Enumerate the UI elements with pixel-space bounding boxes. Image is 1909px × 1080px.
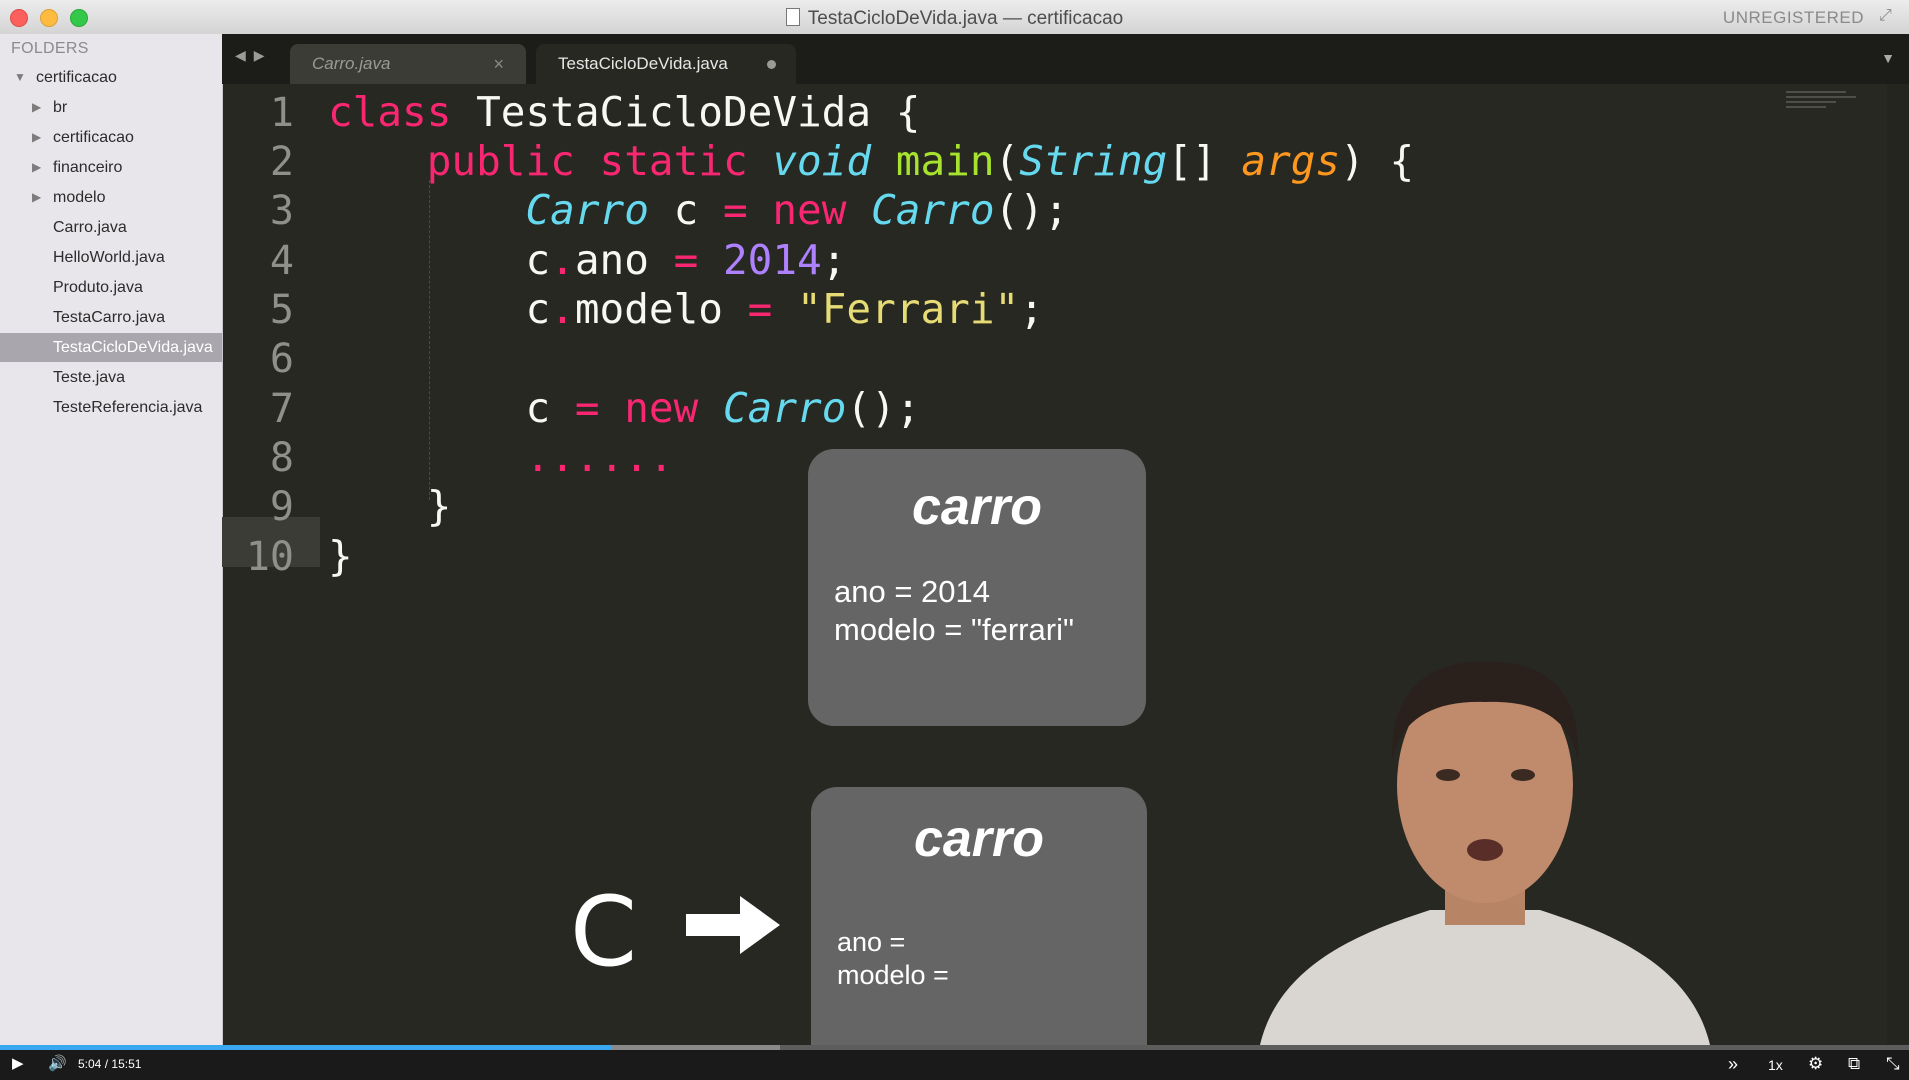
object-diagram-box-old: carro ano = 2014 modelo = "ferrari" [808, 449, 1146, 726]
code-line[interactable]: Carro c = new Carro(); [328, 186, 1068, 234]
object-title: carro [911, 478, 1043, 536]
tree-file-helloworld[interactable]: HelloWorld.java [0, 243, 222, 272]
line-number: 7 [269, 386, 294, 432]
code-line[interactable]: ...... [328, 433, 673, 481]
line-number: 5 [269, 287, 294, 333]
tree-file-teste[interactable]: Teste.java [0, 363, 222, 392]
tree-folder-br[interactable]: ▶ br [0, 93, 222, 122]
window-title: TestaCicloDeVida.java — certificacao [0, 8, 1909, 30]
close-tab-icon[interactable]: × [493, 44, 504, 84]
tree-file-produto[interactable]: Produto.java [0, 273, 222, 302]
line-number: 10 [245, 534, 294, 580]
tree-root-certificacao[interactable]: ▼ certificacao [0, 63, 222, 92]
chevron-right-icon: ▶ [32, 190, 42, 204]
volume-icon[interactable]: 🔊 [48, 1054, 67, 1072]
video-time: 5:04 / 15:51 [78, 1057, 142, 1071]
skip-forward-icon[interactable]: » [1728, 1054, 1738, 1075]
code-line[interactable]: public static void main(String[] args) { [328, 137, 1414, 185]
chevron-right-icon: ▶ [32, 130, 42, 144]
reference-variable-label: C [570, 876, 638, 988]
tab-testaciclodevida-java[interactable]: TestaCicloDeVida.java [536, 44, 796, 84]
tree-file-carro[interactable]: Carro.java [0, 213, 222, 242]
line-number: 8 [269, 435, 294, 481]
line-number: 3 [269, 188, 294, 234]
playback-speed-button[interactable]: 1x [1768, 1057, 1783, 1073]
tree-file-testereferencia[interactable]: TesteReferencia.java [0, 393, 222, 422]
reference-arrow-icon [686, 896, 780, 954]
minimap[interactable] [1786, 88, 1862, 120]
tab-menu-chevron-down-icon[interactable]: ▼ [1881, 50, 1895, 66]
exit-fullscreen-icon[interactable]: ⤡ [1886, 1054, 1900, 1074]
line-number: 4 [269, 238, 294, 284]
file-icon [785, 8, 800, 26]
object-field-ano: ano = 2014 [834, 574, 991, 609]
line-number-gutter: 1 2 3 4 5 6 7 8 9 10 [222, 84, 320, 1044]
object-field-ano: ano = [837, 927, 906, 957]
sidebar: FOLDERS ▼ certificacao ▶ br ▶ certificac… [0, 34, 223, 1045]
code-line[interactable]: class TestaCicloDeVida { [328, 88, 920, 136]
tab-nav-arrows[interactable]: ◀▶ [235, 47, 273, 64]
tree-file-testaciclodevida[interactable]: TestaCicloDeVida.java [0, 333, 222, 362]
object-field-modelo: modelo = "ferrari" [834, 612, 1074, 647]
settings-gear-icon[interactable]: ⚙ [1808, 1054, 1823, 1074]
tree-folder-modelo[interactable]: ▶ modelo [0, 183, 222, 212]
unsaved-dot-icon[interactable] [767, 60, 776, 69]
tree-folder-certificacao[interactable]: ▶ certificacao [0, 123, 222, 152]
chevron-down-icon: ▼ [14, 70, 26, 84]
picture-in-picture-icon[interactable]: ⧉ [1848, 1054, 1860, 1074]
object-title: carro [913, 810, 1045, 868]
line-number: 1 [269, 90, 294, 136]
line-number: 9 [269, 484, 294, 530]
chevron-right-icon: ▶ [32, 100, 42, 114]
line-number: 2 [269, 139, 294, 185]
license-status: UNREGISTERED [1722, 8, 1864, 27]
tab-bar: ◀▶ Carro.java × TestaCicloDeVida.java ▼ [222, 34, 1909, 84]
code-line[interactable]: } [328, 482, 452, 530]
video-controls: ▶ 🔊 5:04 / 15:51 » 1x ⚙ ⧉ ⤡ [0, 1050, 1909, 1080]
title-bar: TestaCicloDeVida.java — certificacao UNR… [0, 0, 1909, 35]
folders-header: FOLDERS [11, 40, 89, 57]
scrollbar[interactable] [1887, 84, 1909, 1044]
tree-folder-financeiro[interactable]: ▶ financeiro [0, 153, 222, 182]
code-line[interactable]: c.ano = 2014; [328, 236, 846, 284]
chevron-right-icon: ▶ [32, 160, 42, 174]
code-line[interactable]: c.modelo = "Ferrari"; [328, 285, 1043, 333]
code-line[interactable]: c = new Carro(); [328, 384, 920, 432]
object-diagram-box-new: carro ano = modelo = [811, 787, 1147, 1062]
object-field-modelo: modelo = [837, 960, 949, 990]
fullscreen-icon[interactable]: ⤢ [1879, 8, 1895, 24]
tab-carro-java[interactable]: Carro.java × [290, 44, 526, 84]
play-icon[interactable]: ▶ [12, 1054, 24, 1072]
line-number: 6 [269, 336, 294, 382]
tree-file-testacarro[interactable]: TestaCarro.java [0, 303, 222, 332]
presenter-video-overlay [1260, 661, 1710, 1045]
code-line[interactable]: } [328, 532, 353, 580]
